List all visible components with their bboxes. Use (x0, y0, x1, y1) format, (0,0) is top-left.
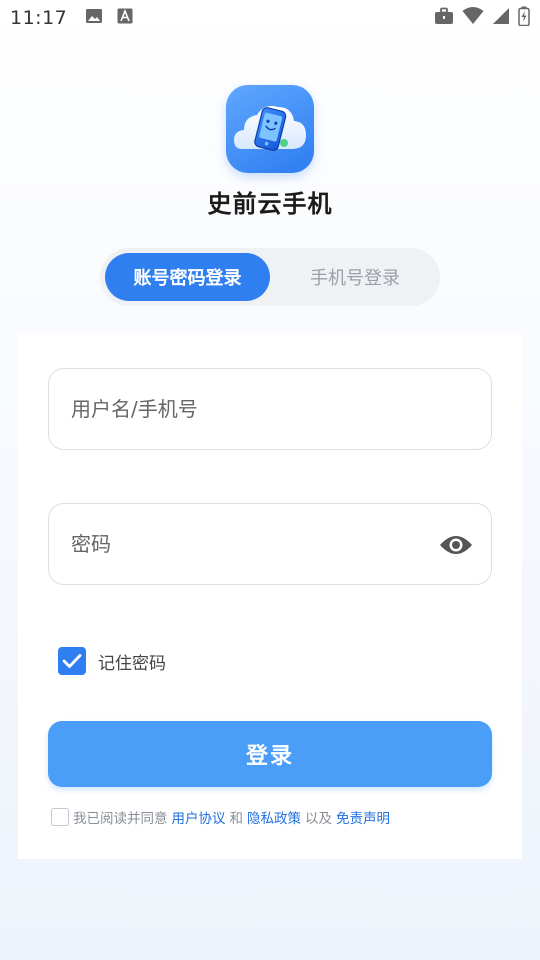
agreement-row: 我已阅读并同意 用户协议 和 隐私政策 以及 免责声明 (51, 807, 394, 827)
remember-label: 记住密码 (98, 653, 166, 674)
tab-phone-login[interactable]: 手机号登录 (280, 253, 430, 301)
login-mode-tabs: 账号密码登录 手机号登录 (100, 248, 440, 306)
agreement-checkbox[interactable] (51, 808, 69, 826)
username-input[interactable] (71, 397, 469, 421)
privacy-policy-link[interactable]: 隐私政策 (247, 807, 301, 827)
remember-checkbox[interactable] (58, 647, 86, 675)
wifi-icon (462, 7, 484, 29)
login-card: 记住密码 登录 我已阅读并同意 用户协议 和 隐私政策 以及 免责声明 (18, 333, 522, 859)
status-time: 11:17 (10, 7, 68, 29)
font-a-icon (117, 8, 133, 28)
agreement-also: 以及 (305, 811, 332, 827)
eye-icon[interactable] (439, 528, 473, 562)
remember-password: 记住密码 (58, 647, 166, 675)
password-input[interactable] (71, 532, 469, 556)
agreement-prefix: 我已阅读并同意 (73, 811, 168, 827)
login-button[interactable]: 登录 (48, 721, 492, 787)
image-icon (85, 7, 103, 29)
username-field (48, 368, 492, 450)
app-name: 史前云手机 (207, 190, 333, 218)
cloud-phone-logo-icon (226, 85, 314, 173)
battery-charging-icon (518, 6, 530, 30)
user-agreement-link[interactable]: 用户协议 (172, 807, 226, 827)
tab-account-password[interactable]: 账号密码登录 (105, 253, 270, 301)
signal-icon (492, 7, 510, 29)
password-field (48, 503, 492, 585)
status-bar: 11:17 (0, 0, 540, 36)
disclaimer-link[interactable]: 免责声明 (336, 807, 390, 827)
briefcase-icon (434, 7, 454, 29)
agreement-and: 和 (229, 811, 244, 827)
